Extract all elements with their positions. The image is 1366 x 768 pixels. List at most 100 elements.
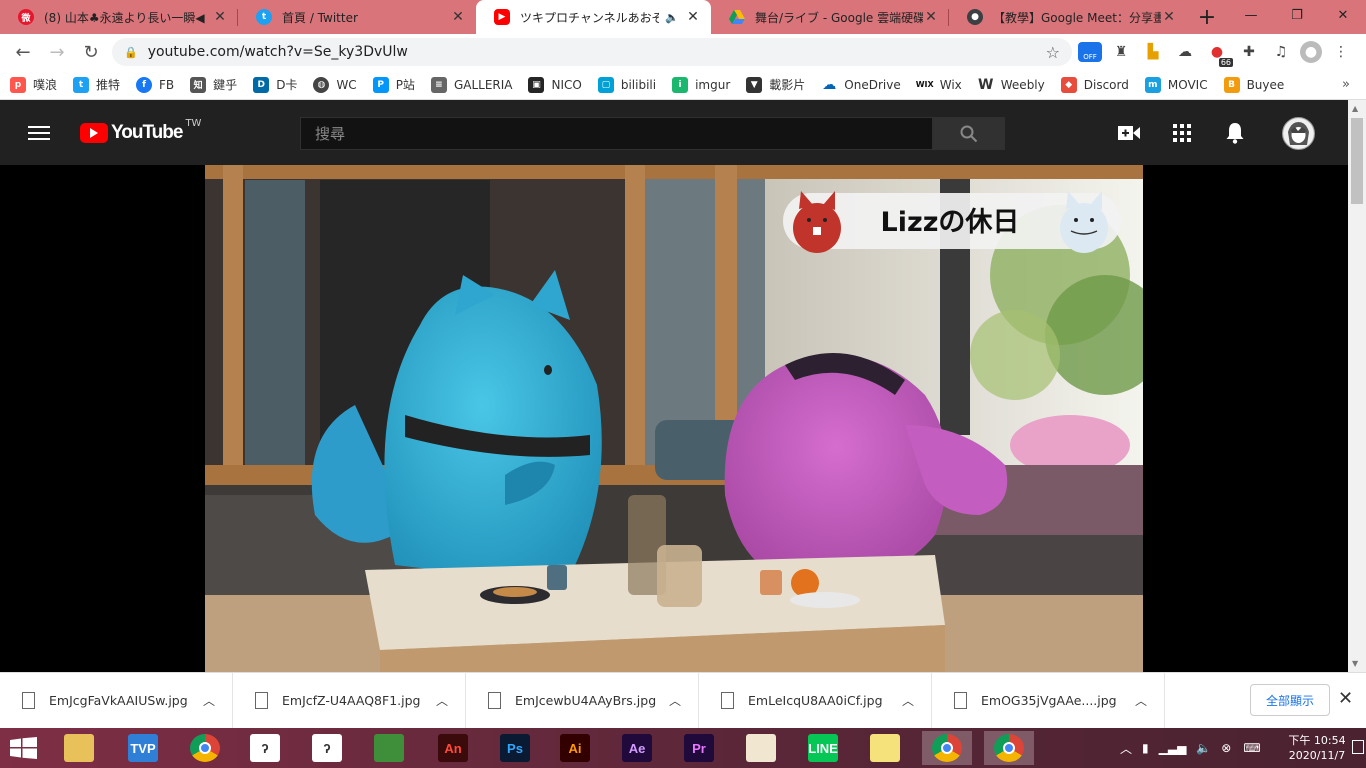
chevron-up-icon[interactable]: ︿ <box>1135 692 1147 709</box>
scroll-down-arrow-icon[interactable]: ▼ <box>1352 659 1358 668</box>
notifications-bell-icon[interactable] <box>1224 122 1246 144</box>
network-signal-icon[interactable]: ▁▃▅ <box>1159 741 1187 755</box>
taskbar-app-paint[interactable] <box>736 731 786 765</box>
input-method-icon[interactable]: ⌨ <box>1243 741 1260 755</box>
lock-icon[interactable]: 🔒 <box>124 46 138 59</box>
bookmark-twitter[interactable]: t 推特 <box>73 76 120 93</box>
close-downloads-bar-icon[interactable]: ✕ <box>1338 688 1353 709</box>
extension-adblock-icon[interactable]: ● 66 <box>1204 39 1233 67</box>
bookmark-zhihu[interactable]: 知鍵乎 <box>190 76 237 93</box>
system-clock[interactable]: 下午 10:54 2020/11/7 <box>1282 733 1352 763</box>
bookmark-buyee[interactable]: B Buyee <box>1223 76 1284 93</box>
bookmark-onedrive[interactable]: ☁ OneDrive <box>821 77 900 93</box>
speaker-icon[interactable]: 🔈 <box>665 11 679 24</box>
chevron-up-icon[interactable]: ︿ <box>203 692 215 709</box>
bookmark-pixiv[interactable]: P P站 <box>372 76 415 93</box>
taskbar-app-chrome-active-2[interactable] <box>984 731 1034 765</box>
user-avatar[interactable] <box>1282 117 1315 150</box>
chevron-up-icon[interactable]: ︿ <box>436 692 448 709</box>
page-scrollbar[interactable]: ▲ ▼ <box>1348 100 1366 672</box>
bookmark-wix[interactable]: WIX Wix <box>916 77 962 93</box>
taskbar-app-premiere[interactable]: Pr <box>674 731 724 765</box>
taskbar-app-chrome-active-1[interactable] <box>922 731 972 765</box>
bookmark-dcard[interactable]: D D卡 <box>253 76 297 93</box>
taskbar-app-illustrator[interactable]: Ai <box>550 731 600 765</box>
minimize-button[interactable]: — <box>1228 0 1274 30</box>
taskbar-app-clip-studio-1[interactable]: ʔ <box>240 731 290 765</box>
address-bar[interactable]: 🔒 youtube.com/watch?v=Se_ky3DvUlw ☆ <box>112 38 1072 66</box>
download-item[interactable]: EmJcewbU4AAyBrs.jpg ︿ <box>466 672 699 729</box>
close-window-button[interactable]: ✕ <box>1320 0 1366 30</box>
create-video-icon[interactable] <box>1118 122 1140 144</box>
hamburger-menu-icon[interactable] <box>28 121 52 145</box>
taskbar-app-sticky-notes[interactable] <box>860 731 910 765</box>
bookmark-facebook[interactable]: f FB <box>136 76 174 93</box>
bookmark-galleria[interactable]: ≡ GALLERIA <box>430 76 512 93</box>
profile-avatar-icon[interactable]: ● <box>1300 41 1322 63</box>
forward-button[interactable]: → <box>42 37 72 67</box>
battery-icon[interactable]: ▮ <box>1142 741 1149 755</box>
extension-ninja-icon[interactable]: ♜ <box>1108 39 1134 65</box>
bookmark-nico[interactable]: ▣ NICO <box>528 76 582 93</box>
tab-close-icon[interactable]: ✕ <box>1161 9 1177 25</box>
bookmark-download-video[interactable]: ▼ 載影片 <box>746 76 805 93</box>
bookmark-plurk[interactable]: p 噗浪 <box>10 76 57 93</box>
search-button[interactable] <box>933 117 1005 150</box>
tab-close-icon[interactable]: ✕ <box>685 9 701 25</box>
taskbar-app-line[interactable]: LINE <box>798 731 848 765</box>
back-button[interactable]: ← <box>8 37 38 67</box>
download-item[interactable]: EmLeIcqU8AA0iCf.jpg ︿ <box>699 672 932 729</box>
taskbar-app-clip-studio-2[interactable]: ʔ <box>302 731 352 765</box>
bookmark-wc[interactable]: ◍ WC <box>313 76 357 93</box>
download-item[interactable]: EmJcfZ-U4AAQ8F1.jpg ︿ <box>233 672 466 729</box>
action-center-icon[interactable] <box>1352 740 1364 754</box>
extension-cloud-icon[interactable]: ☁ <box>1172 39 1198 65</box>
menu-kebab-icon[interactable]: ⋮ <box>1328 39 1354 65</box>
tab-google-drive[interactable]: 舞台/ライブ - Google 雲端硬碟 ✕ <box>711 0 949 34</box>
download-item[interactable]: EmOG35jVgAAe....jpg ︿ <box>932 672 1165 729</box>
search-input[interactable] <box>315 124 932 143</box>
tab-close-icon[interactable]: ✕ <box>212 9 228 25</box>
chevron-up-icon[interactable]: ︿ <box>902 692 914 709</box>
chevron-up-icon[interactable]: ︿ <box>669 692 681 709</box>
tray-app-icon[interactable]: ⊗ <box>1221 741 1231 755</box>
taskbar-app-photoshop[interactable]: Ps <box>490 731 540 765</box>
taskbar-app-animate[interactable]: An <box>428 731 478 765</box>
video-player[interactable]: Lizzの休日 <box>0 165 1348 672</box>
taskbar-app-file-explorer[interactable] <box>54 731 104 765</box>
tab-google-meet[interactable]: ● 【教學】Google Meet：分享畫 ✕ <box>949 0 1187 34</box>
scroll-up-arrow-icon[interactable]: ▲ <box>1352 104 1358 113</box>
extension-off-icon[interactable]: OFF <box>1078 42 1102 62</box>
bookmark-discord[interactable]: ◆ Discord <box>1060 76 1129 93</box>
taskbar-app-chrome[interactable] <box>180 731 230 765</box>
tab-close-icon[interactable]: ✕ <box>450 9 466 25</box>
windows-start-icon[interactable] <box>10 737 38 759</box>
bookmark-weebly[interactable]: W Weebly <box>978 77 1045 93</box>
apps-grid-icon[interactable] <box>1171 122 1193 144</box>
bookmarks-overflow-icon[interactable]: » <box>1342 77 1350 92</box>
bookmark-movic[interactable]: m MOVIC <box>1144 76 1208 93</box>
download-item[interactable]: EmJcgFaVkAAIUSw.jpg ︿ <box>0 672 233 729</box>
tray-overflow-icon[interactable]: ︿ <box>1120 740 1132 757</box>
reload-button[interactable]: ↻ <box>76 37 106 67</box>
show-all-downloads-button[interactable]: 全部顯示 <box>1250 684 1330 716</box>
extension-building-icon[interactable]: ▙ <box>1140 39 1166 65</box>
taskbar-app-tvp[interactable]: TVP <box>118 731 168 765</box>
media-control-icon[interactable]: ♫ <box>1268 39 1294 65</box>
video-frame[interactable]: Lizzの休日 <box>205 165 1143 672</box>
bookmark-star-icon[interactable]: ☆ <box>1046 43 1060 62</box>
new-tab-button[interactable]: + <box>1187 0 1227 34</box>
tab-twitter[interactable]: t 首頁 / Twitter ✕ <box>238 0 476 34</box>
tab-close-icon[interactable]: ✕ <box>923 9 939 25</box>
youtube-logo[interactable]: YouTube TW <box>80 118 201 144</box>
taskbar-app-after-effects[interactable]: Ae <box>612 731 662 765</box>
tab-youtube-active[interactable]: ▶ ツキプロチャンネルあおぞ 🔈 ✕ <box>476 0 711 34</box>
youtube-search-box[interactable] <box>300 117 933 150</box>
taskbar-app-game[interactable] <box>364 731 414 765</box>
scrollbar-thumb[interactable] <box>1351 118 1363 204</box>
volume-icon[interactable]: 🔈 <box>1196 741 1211 755</box>
restore-button[interactable]: ❐ <box>1274 0 1320 30</box>
extensions-puzzle-icon[interactable]: ✚ <box>1236 39 1262 65</box>
bookmark-imgur[interactable]: i imgur <box>672 76 730 93</box>
bookmark-bilibili[interactable]: ▢ bilibili <box>597 76 656 93</box>
